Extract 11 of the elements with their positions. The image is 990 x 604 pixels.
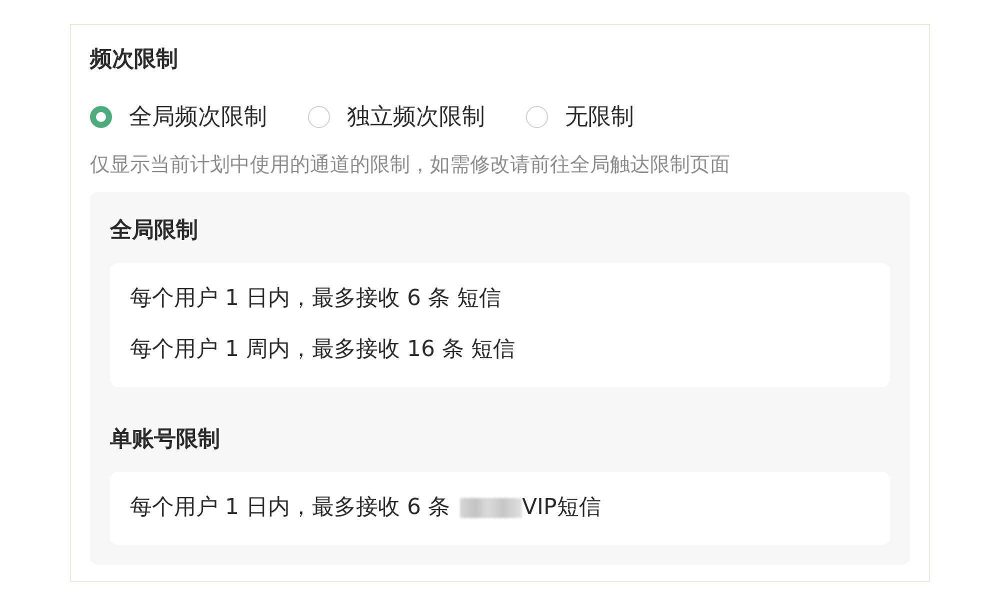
hint-text: 仅显示当前计划中使用的通道的限制，如需修改请前往全局触达限制页面	[90, 152, 731, 176]
limit-rule-text: 每个用户 1 日内，最多接收 6 条 短信	[130, 285, 501, 313]
radio-option[interactable]: 全局频次限制	[90, 102, 267, 132]
radio-option[interactable]: 无限制	[526, 102, 634, 132]
limit-rule-suffix: VIP短信	[522, 494, 601, 522]
group-title: 全局限制	[110, 217, 199, 245]
limit-rule-text: 每个用户 1 周内，最多接收 16 条 短信	[130, 336, 515, 364]
radio-option[interactable]: 独立频次限制	[308, 102, 485, 132]
group-title: 单账号限制	[110, 426, 221, 454]
section-title: 频次限制	[90, 46, 179, 74]
limit-rule-text: 每个用户 1 日内，最多接收 6 条	[130, 494, 450, 522]
